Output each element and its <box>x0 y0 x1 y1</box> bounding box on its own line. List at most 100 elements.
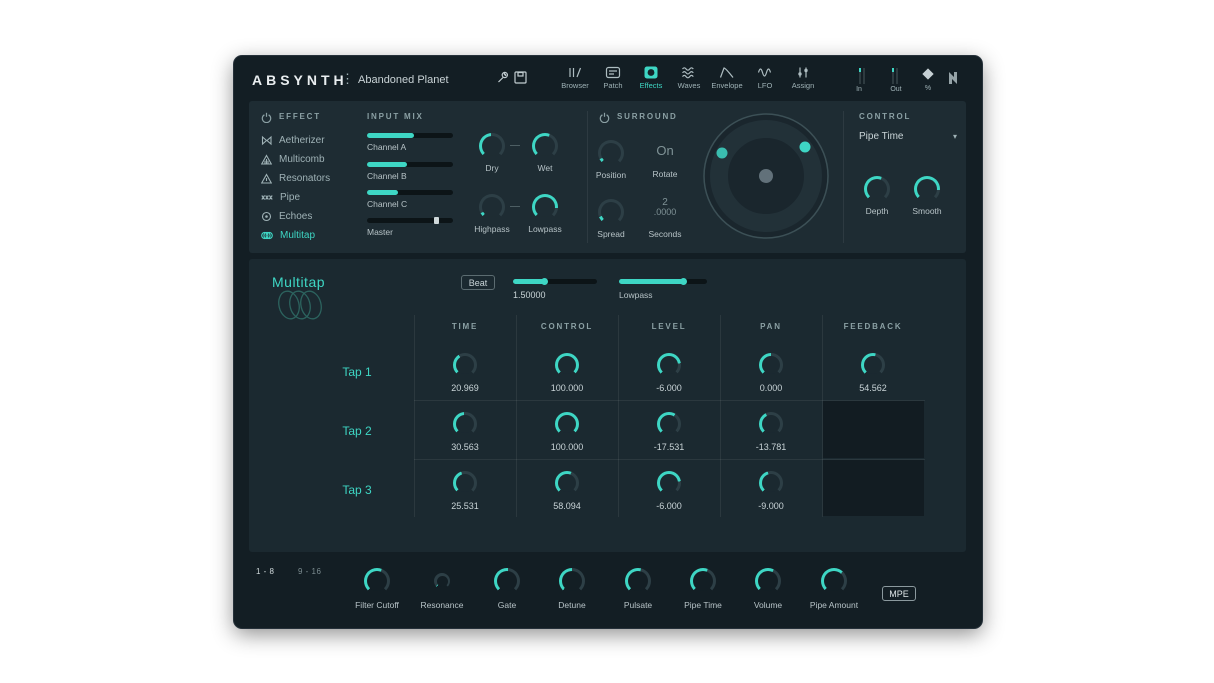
control-source-dropdown[interactable]: Pipe Time ▾ <box>859 131 957 142</box>
macro-knob-detune[interactable] <box>559 568 585 594</box>
input-mix-title: INPUT MIX <box>367 112 424 121</box>
surround-power-icon[interactable] <box>599 110 610 128</box>
tap1-control-knob[interactable] <box>555 353 579 377</box>
tap2-pan-knob[interactable] <box>759 412 783 436</box>
smooth-knob[interactable] <box>914 176 940 202</box>
rotate-value[interactable]: On <box>645 143 685 158</box>
grid-line <box>516 315 517 517</box>
effect-item-label: Multicomb <box>279 154 325 165</box>
divider <box>843 111 844 243</box>
channel-c-label: Channel C <box>367 199 407 209</box>
tab-label: Waves <box>670 81 708 90</box>
channel-a-slider[interactable] <box>367 133 453 138</box>
tab-lfo[interactable]: LFO <box>746 66 784 90</box>
tap2-level-value: -17.531 <box>627 442 711 452</box>
hp-lp-link <box>510 206 520 207</box>
lowpass-knob[interactable] <box>532 194 558 220</box>
macro-knob-gate[interactable] <box>494 568 520 594</box>
wet-knob[interactable] <box>532 133 558 159</box>
tap2-level-knob[interactable] <box>657 412 681 436</box>
dry-knob[interactable] <box>479 133 505 159</box>
highpass-knob[interactable] <box>479 194 505 220</box>
beat-button[interactable]: Beat <box>461 275 495 290</box>
absynth-window: ABSYNTH ⋮ Abandoned Planet Browser Patch… <box>234 56 982 628</box>
patch-icon <box>605 66 621 79</box>
effect-item-echoes[interactable]: Echoes <box>261 208 312 224</box>
macro-bar: 1 - 8 9 - 16 Filter Cutoff Resonance Gat… <box>234 552 982 628</box>
macro-knob-pulsate[interactable] <box>625 568 651 594</box>
tab-browser[interactable]: Browser <box>556 66 594 90</box>
pad-handle-dot-2 <box>717 148 728 159</box>
menu-dots-icon[interactable]: ⋮ <box>341 71 354 87</box>
out-meter-peak <box>892 68 894 72</box>
position-knob[interactable] <box>598 140 624 166</box>
grid-line <box>414 315 415 517</box>
effect-strip: EFFECT Aetherizer Multicomb Resonators P… <box>249 101 966 253</box>
out-meter-2 <box>896 68 898 84</box>
tab-waves[interactable]: Waves <box>670 66 708 90</box>
tap3-control-knob[interactable] <box>555 471 579 495</box>
tab-envelope[interactable]: Envelope <box>708 66 746 90</box>
tap2-time-knob[interactable] <box>453 412 477 436</box>
wrench-icon[interactable] <box>496 71 509 89</box>
save-icon[interactable] <box>514 71 527 89</box>
out-meter-label: Out <box>886 86 906 93</box>
effect-item-multitap[interactable]: Multitap <box>261 227 315 243</box>
tap1-control-value: 100.000 <box>525 383 609 393</box>
channel-c-slider[interactable] <box>367 190 453 195</box>
tab-patch[interactable]: Patch <box>594 66 632 90</box>
multitap-lowpass-slider[interactable] <box>619 279 707 284</box>
tab-effects[interactable]: Effects <box>632 66 670 90</box>
surround-pad[interactable] <box>699 109 833 248</box>
channel-b-slider[interactable] <box>367 162 453 167</box>
mpe-button[interactable]: MPE <box>882 586 916 601</box>
macro-page-2[interactable]: 9 - 16 <box>298 567 321 576</box>
rotate-time-frac[interactable]: .0000 <box>645 207 685 217</box>
col-pan: PAN <box>729 322 813 331</box>
tap1-pan-value: 0.000 <box>729 383 813 393</box>
effect-item-resonators[interactable]: Resonators <box>261 170 330 186</box>
patch-name[interactable]: Abandoned Planet <box>358 74 449 86</box>
rotate-label: Rotate <box>645 169 685 179</box>
tap1-time-knob[interactable] <box>453 353 477 377</box>
envelope-icon <box>719 66 735 79</box>
macro-knob-volume[interactable] <box>755 568 781 594</box>
tab-label: Browser <box>556 81 594 90</box>
master-slider[interactable] <box>367 218 453 223</box>
tab-label: Assign <box>784 81 822 90</box>
macro-knob-filter-cutoff[interactable] <box>364 568 390 594</box>
macro-knob-pipe-amount[interactable] <box>821 568 847 594</box>
tap3-time-knob[interactable] <box>453 471 477 495</box>
tap3-level-knob[interactable] <box>657 471 681 495</box>
effect-item-pipe[interactable]: Pipe <box>261 189 300 205</box>
macro-knob-pipe-time[interactable] <box>690 568 716 594</box>
echoes-icon <box>261 211 272 222</box>
effect-item-multicomb[interactable]: Multicomb <box>261 151 325 167</box>
tap2-control-knob[interactable] <box>555 412 579 436</box>
macro-page-1[interactable]: 1 - 8 <box>256 567 275 576</box>
highpass-label: Highpass <box>462 224 522 234</box>
app-logo: ABSYNTH <box>252 72 348 88</box>
col-control: CONTROL <box>525 322 609 331</box>
tap1-level-value: -6.000 <box>627 383 711 393</box>
effect-item-aetherizer[interactable]: Aetherizer <box>261 132 325 148</box>
effect-power-icon[interactable] <box>261 110 272 128</box>
dry-label: Dry <box>462 163 522 173</box>
multitap-logo-icon <box>274 285 330 330</box>
velocity-diamond-icon[interactable] <box>922 68 933 79</box>
tap3-pan-knob[interactable] <box>759 471 783 495</box>
dropdown-value: Pipe Time <box>859 131 903 142</box>
macro-knob-resonance[interactable] <box>434 573 450 589</box>
spread-knob[interactable] <box>598 199 624 225</box>
time-slider[interactable] <box>513 279 597 284</box>
grid-line <box>720 315 721 517</box>
tap2-time-value: 30.563 <box>423 442 507 452</box>
tap1-pan-knob[interactable] <box>759 353 783 377</box>
tap1-feedback-knob[interactable] <box>861 353 885 377</box>
tap3-pan-value: -9.000 <box>729 501 813 511</box>
depth-knob[interactable] <box>864 176 890 202</box>
tab-assign[interactable]: Assign <box>784 66 822 90</box>
tap1-time-value: 20.969 <box>423 383 507 393</box>
tap1-level-knob[interactable] <box>657 353 681 377</box>
tap1-feedback-value: 54.562 <box>831 383 915 393</box>
